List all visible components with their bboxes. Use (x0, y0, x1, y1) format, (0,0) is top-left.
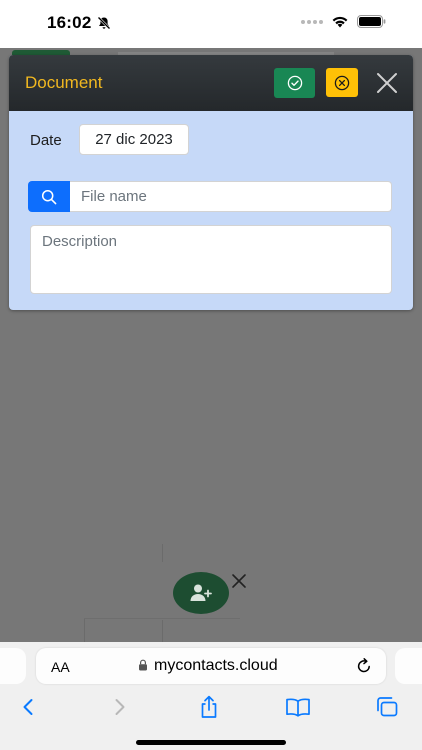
file-name-input[interactable] (70, 181, 392, 212)
modal-header: Document (9, 55, 413, 111)
add-user-icon (190, 584, 212, 601)
share-icon (201, 695, 217, 718)
wifi-icon (332, 16, 348, 28)
url-text[interactable]: mycontacts.cloud (154, 657, 278, 675)
share-button[interactable] (196, 695, 222, 719)
reload-icon[interactable] (355, 657, 373, 675)
background-divider (84, 618, 85, 642)
background-divider (84, 618, 240, 619)
background-divider (162, 620, 163, 642)
document-modal: Document Date 27 dic 2023 (9, 55, 413, 310)
check-circle-icon (287, 75, 302, 91)
back-button[interactable] (15, 695, 41, 719)
forward-icon (115, 699, 125, 715)
cancel-button[interactable] (326, 68, 358, 97)
home-indicator (136, 740, 286, 745)
browser-toolbar (0, 686, 422, 750)
date-label: Date (30, 132, 62, 149)
bell-slash-icon (97, 16, 111, 30)
tabs-button[interactable] (374, 695, 400, 719)
x-circle-icon (334, 75, 350, 90)
forward-button[interactable] (107, 695, 133, 719)
battery-icon (357, 15, 386, 28)
add-contact-button[interactable] (173, 572, 229, 614)
description-field[interactable] (30, 225, 392, 294)
date-field[interactable]: 27 dic 2023 (79, 124, 189, 155)
background-divider (162, 544, 163, 562)
search-button[interactable] (28, 181, 70, 212)
bookmarks-button[interactable] (285, 695, 311, 719)
lock-icon (139, 659, 147, 671)
text-size-button[interactable]: AA (51, 659, 70, 675)
signal-dots-icon (301, 19, 323, 24)
close-icon[interactable] (376, 72, 398, 94)
status-time: 16:02 (47, 13, 92, 32)
bookmarks-icon (286, 698, 310, 717)
back-icon (23, 699, 33, 715)
status-indicators (301, 15, 386, 28)
close-icon[interactable] (230, 572, 248, 590)
search-icon (41, 189, 57, 204)
tabs-icon (377, 697, 398, 717)
confirm-button[interactable] (274, 68, 315, 98)
browser-address-area: AA mycontacts.cloud (0, 642, 422, 686)
address-bar[interactable]: AA mycontacts.cloud (36, 648, 386, 684)
next-tab-preview[interactable] (395, 648, 422, 684)
modal-title: Document (25, 73, 103, 92)
status-bar: 16:02 (0, 0, 422, 48)
previous-tab-preview[interactable] (0, 648, 26, 684)
